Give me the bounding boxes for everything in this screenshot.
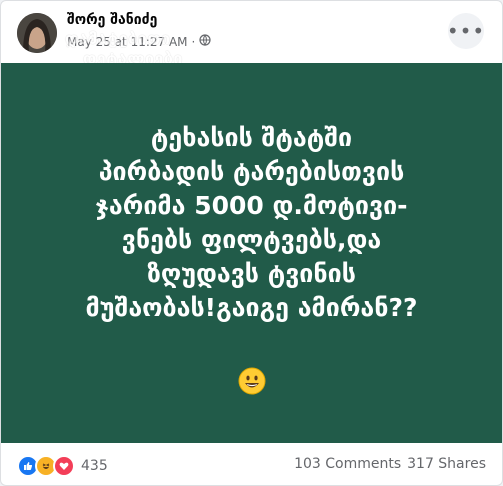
post-text-line: ჯარიმა 5000 დ.მოტივი- [95,191,408,220]
more-options-icon[interactable]: ••• [447,13,484,49]
engagement-stats: 103 Comments 317 Shares [294,456,486,472]
post-text-line: პირბადის ტარებისთვის [98,157,405,186]
love-icon [53,455,75,477]
post-header: შორე შანიძე May 25 at 11:27 AM · დამატებ… [1,1,502,67]
overlay-caption-line1: დამატებითი [65,29,171,48]
shares-count[interactable]: 317 Shares [407,456,486,472]
comments-count[interactable]: 103 Comments [294,456,401,472]
post-text-line: ვნებს ფილტვებს,და [121,225,382,254]
post-card: შორე შანიძე May 25 at 11:27 AM · დამატებ… [0,0,503,486]
reaction-summary[interactable]: 435 [17,455,108,477]
post-image-text: ტეხასის შტატში პირბადის ტარებისთვის ჯარი… [21,121,482,325]
post-footer: 435 103 Comments 317 Shares [1,443,502,485]
post-text-line: ტეხასის შტატში [150,123,353,152]
author-avatar[interactable] [17,13,57,53]
post-image[interactable]: ტეხასის შტატში პირბადის ტარებისთვის ჯარი… [1,63,502,443]
reaction-count[interactable]: 435 [81,458,108,474]
grinning-face-icon [238,367,266,395]
author-name[interactable]: შორე შანიძე [67,12,157,28]
post-text-line: ზღუდავს ტვინის [147,259,356,288]
globe-icon [199,34,211,49]
post-text-line: მუშაობას!გაიგე ამირან?? [85,293,418,322]
